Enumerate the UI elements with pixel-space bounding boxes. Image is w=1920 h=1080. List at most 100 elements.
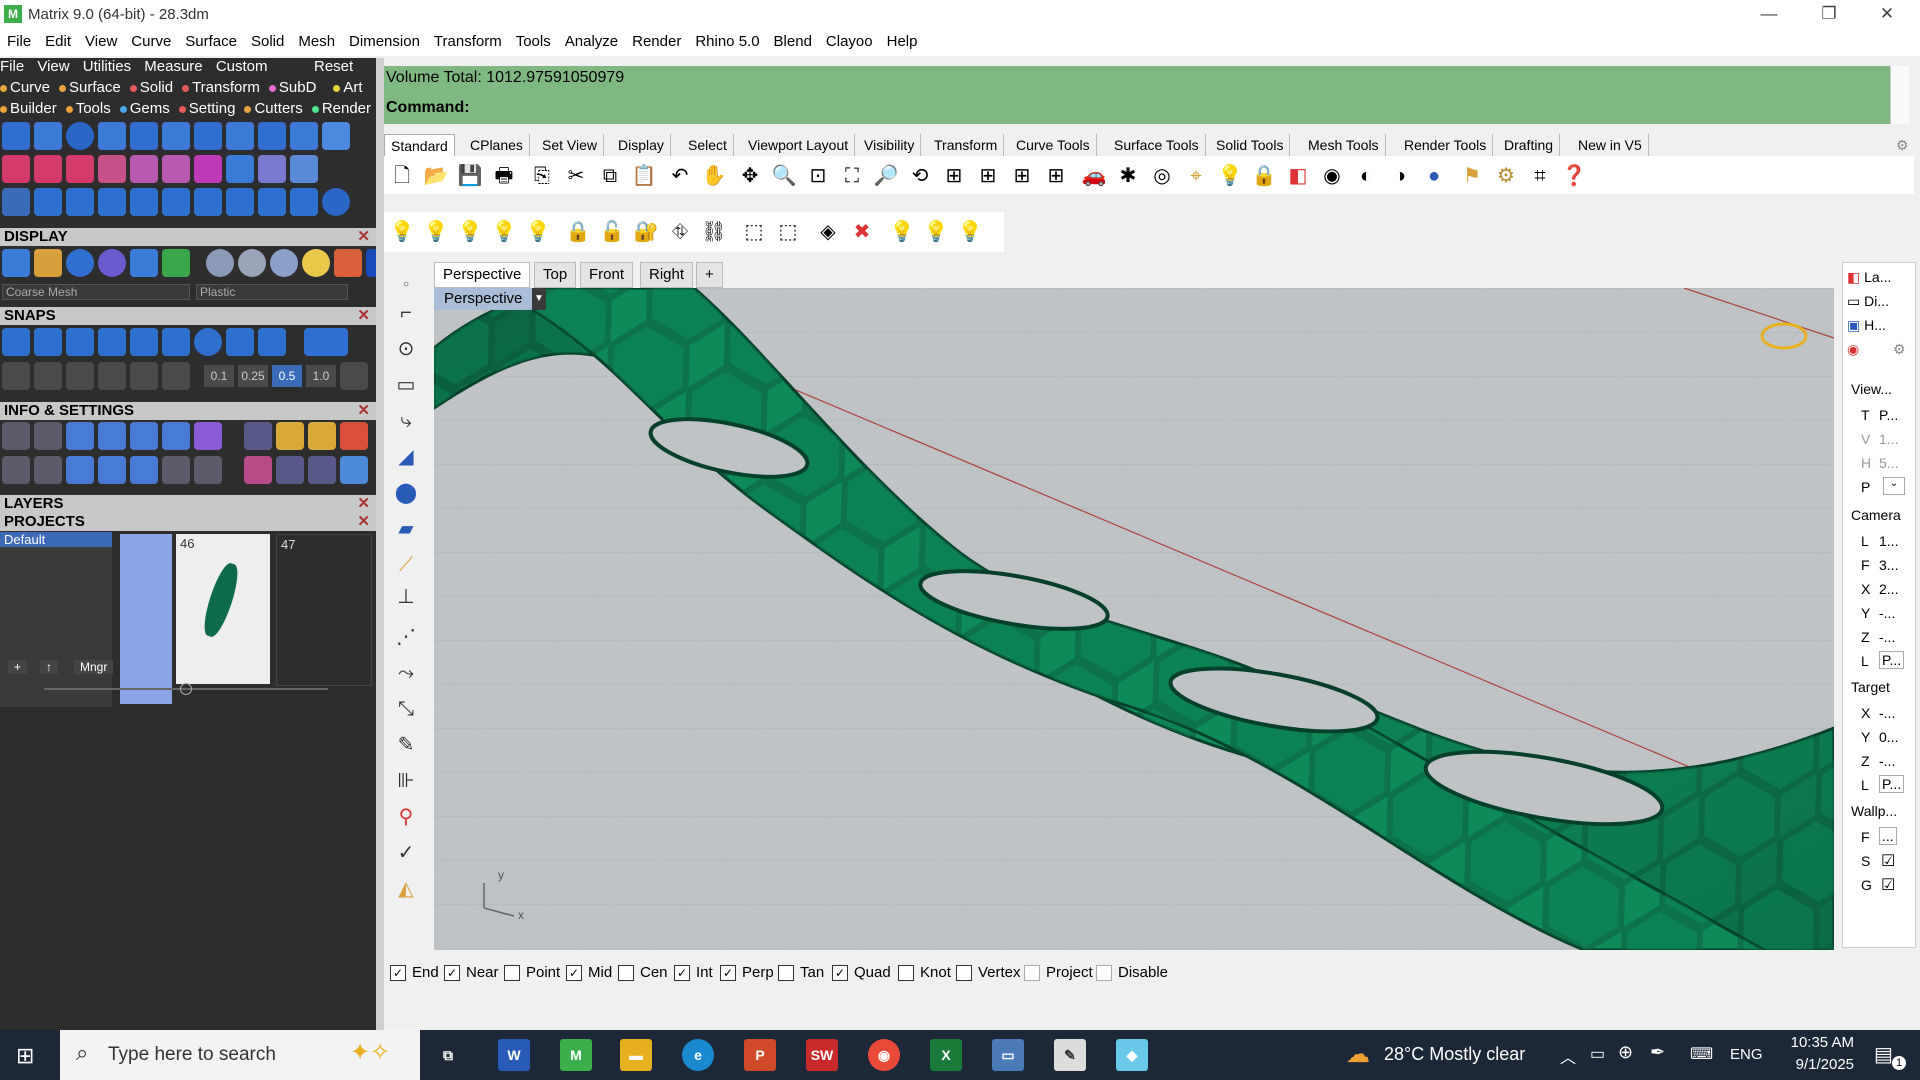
checkbox-point[interactable] (504, 965, 520, 982)
perspective-viewport[interactable]: Perspective ▼ y x (434, 288, 1834, 950)
snap-near-icon[interactable] (34, 328, 62, 356)
clock-time[interactable]: 10:35 AM (1784, 1034, 1854, 1051)
dimension-icon[interactable]: ⌗ (1526, 162, 1554, 190)
move-tool-icon[interactable] (130, 188, 158, 216)
windows-start-icon[interactable]: ⊞ (16, 1043, 34, 1069)
projects-section-header[interactable]: PROJECTS ✕ (0, 513, 376, 531)
polyline-tool-icon[interactable]: ⌐ (390, 298, 422, 328)
loop-tool-icon[interactable] (98, 155, 126, 183)
scale-tool-icon[interactable]: ⤡ (390, 694, 422, 724)
reset-button[interactable]: Reset (314, 58, 353, 75)
light-bulb-icon[interactable]: 💡 (1216, 162, 1244, 190)
chrome-material-icon[interactable] (270, 249, 298, 277)
target-row-y-value[interactable]: 0... (1879, 729, 1898, 745)
menu-solid[interactable]: Solid (244, 28, 291, 56)
osnap-quad[interactable]: ✓ Quad (832, 964, 891, 982)
window-tool-icon[interactable] (322, 122, 350, 150)
osnap-disable[interactable]: Disable (1096, 964, 1168, 982)
lock-icon[interactable]: 🔒 (1250, 162, 1278, 190)
up-button[interactable]: ↑ (40, 660, 58, 674)
wallpaper-file-button[interactable]: ... (1879, 827, 1897, 845)
battery-icon[interactable]: ▭ (1590, 1044, 1605, 1064)
snap-toggle-icon[interactable] (304, 328, 348, 356)
checkbox-disable[interactable] (1096, 965, 1112, 982)
cat-transform[interactable]: Transform (182, 79, 260, 96)
cad-app-icon[interactable]: ✎ (1054, 1039, 1086, 1071)
color-wheel-icon[interactable]: ◉ (1847, 341, 1859, 358)
grid-icon[interactable] (340, 362, 368, 390)
export-icon[interactable] (276, 422, 304, 450)
keyboard-icon[interactable]: ⌨ (1690, 1044, 1713, 1064)
layer-icon[interactable]: ◧ (1284, 162, 1312, 190)
circle-select-icon[interactable]: ◎ (1148, 162, 1176, 190)
menu-view[interactable]: View (78, 28, 124, 56)
language-indicator[interactable]: ENG (1730, 1046, 1763, 1063)
tab-drafting[interactable]: Drafting (1498, 134, 1561, 156)
curve-tool-icon[interactable] (34, 122, 62, 150)
copy-doc-icon[interactable]: ⎘ (528, 162, 556, 190)
cat-solid[interactable]: Solid (129, 79, 173, 96)
xray-icon[interactable] (130, 249, 158, 277)
toolbar-settings-icon[interactable]: ⚙ (1890, 134, 1915, 156)
viewport-tab-top[interactable]: Top (534, 262, 577, 288)
points-tool-icon[interactable]: ⋰ (390, 622, 422, 652)
target-row-location-value[interactable]: P... (1879, 775, 1905, 793)
cat-tools[interactable]: Tools (65, 100, 111, 117)
gear-icon[interactable] (244, 422, 272, 450)
grid-snap-icon[interactable] (2, 362, 30, 390)
cube-icon[interactable] (194, 422, 222, 450)
command-scrollbar[interactable] (1890, 66, 1909, 124)
command-history[interactable]: Volume Total: 1012.97591050979 Command: (384, 66, 1890, 124)
close-icon[interactable]: ✕ (357, 513, 370, 531)
notification-icon[interactable]: ▤ (1874, 1042, 1893, 1067)
pattern-tool-icon[interactable] (162, 155, 190, 183)
snap-point-icon[interactable] (98, 328, 126, 356)
osnap-tan[interactable]: Tan (778, 964, 824, 982)
camera-row-lens-value[interactable]: 1... (1879, 533, 1898, 549)
viewport-tab-front[interactable]: Front (580, 262, 634, 288)
menu-render[interactable]: Render (625, 28, 688, 56)
material-select[interactable]: Plastic (196, 284, 348, 300)
rectangle-tool-icon[interactable]: ▭ (390, 370, 422, 400)
menu-transform[interactable]: Transform (427, 28, 509, 56)
arc-tool-icon[interactable] (34, 188, 62, 216)
checkbox-vertex[interactable] (956, 965, 972, 982)
color-wheel-icon[interactable]: ◉ (1318, 162, 1346, 190)
gears-icon[interactable]: ⚙ (1492, 162, 1520, 190)
box-icon[interactable] (98, 422, 126, 450)
shaded-icon[interactable] (34, 249, 62, 277)
search-icon[interactable] (34, 422, 62, 450)
document-icon[interactable] (130, 422, 158, 450)
snap-step-01[interactable]: 0.1 (204, 365, 234, 387)
bulb-c-icon[interactable]: 💡 (956, 218, 984, 246)
unlock-icon[interactable]: 🔓 (598, 218, 626, 246)
snap-point-icon[interactable]: ⌖ (1182, 162, 1210, 190)
checkbox-end[interactable]: ✓ (390, 965, 406, 982)
minimize-button[interactable]: — (1740, 0, 1798, 28)
snap-quad-icon[interactable] (194, 328, 222, 356)
target-row-z-value[interactable]: -... (1879, 753, 1895, 769)
checkbox-knot[interactable] (898, 965, 914, 982)
copy-icon[interactable]: ⧉ (596, 162, 624, 190)
checkbox-near[interactable]: ✓ (444, 965, 460, 982)
camera-row-location-value[interactable]: P... (1879, 651, 1905, 669)
analyze-tool-icon[interactable]: ⚲ (390, 802, 422, 832)
target-row-x-value[interactable]: -... (1879, 705, 1895, 721)
gumball-icon[interactable] (162, 362, 190, 390)
view-row-width-value[interactable]: 1... (1879, 431, 1898, 447)
zoom-slider-handle[interactable] (180, 683, 192, 695)
gem-tool-icon[interactable] (258, 122, 286, 150)
cat-cutters[interactable]: Cutters (244, 100, 303, 117)
flag-icon[interactable]: ⚑ (1458, 162, 1486, 190)
viewport-grid-2-icon[interactable]: ⊞ (1008, 162, 1036, 190)
camera-row-x-value[interactable]: 2... (1879, 581, 1898, 597)
sparkle-icon[interactable] (162, 456, 190, 484)
select-all-icon[interactable]: ⬚ (740, 218, 768, 246)
edge-icon[interactable]: e (682, 1039, 714, 1071)
menu-tools[interactable]: Tools (509, 28, 558, 56)
snap-tan-icon[interactable] (258, 328, 286, 356)
menu-rhino5[interactable]: Rhino 5.0 (688, 28, 766, 56)
cat-art[interactable]: Art (333, 79, 363, 96)
weight-icon[interactable] (244, 456, 272, 484)
filter-icon[interactable] (130, 456, 158, 484)
